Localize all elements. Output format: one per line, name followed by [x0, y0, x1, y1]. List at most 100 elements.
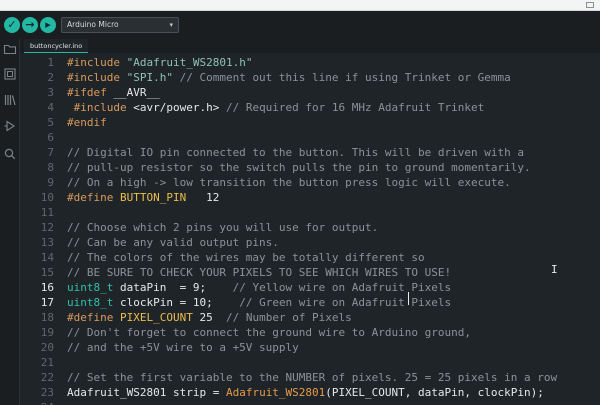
- code-text: #define PIXEL_COUNT 25 // Number of Pixe…: [67, 310, 352, 325]
- code-line[interactable]: 12 // Choose which 2 pins you will use fo…: [20, 220, 600, 235]
- code-line[interactable]: 21: [20, 355, 600, 370]
- tab-buttoncycler[interactable]: buttoncycler.ino: [24, 39, 89, 53]
- upload-icon: →: [25, 18, 35, 31]
- code-token: Adafruit_WS2801: [225, 386, 326, 399]
- line-number: 20: [40, 341, 54, 354]
- upload-button[interactable]: →: [22, 17, 38, 33]
- verify-button[interactable]: ✓: [4, 17, 20, 33]
- code-line[interactable]: 7 // Digital IO pin connected to the butt…: [20, 145, 600, 160]
- code-editor[interactable]: 1 #include "Adafruit_WS2801.h" 2 #include "…: [20, 53, 600, 405]
- code-text: // The colors of the wires may be totall…: [67, 250, 425, 265]
- line-number: 9: [47, 176, 54, 189]
- line-number: 23: [40, 386, 54, 399]
- code-line[interactable]: 1 #include "Adafruit_WS2801.h": [20, 55, 600, 70]
- code-token: #define: [67, 191, 120, 204]
- debug-icon: ▸: [45, 18, 51, 31]
- code-line[interactable]: 22 // Set the first variable to the NUMBE…: [20, 370, 600, 385]
- code-text: // pull-up resistor so the switch pulls …: [67, 160, 531, 175]
- code-line[interactable]: 23 Adafruit_WS2801 strip = Adafruit_WS280…: [20, 385, 600, 400]
- code-token: // and the +5V wire to a +5V supply: [67, 341, 299, 354]
- mouse-text-cursor-icon: I: [551, 263, 558, 276]
- code-token: __AVR__: [113, 86, 160, 99]
- code-text: #endif: [67, 115, 107, 130]
- code-token: // On a high -> low transition the butto…: [67, 176, 511, 189]
- tab-bar: buttoncycler.ino: [20, 39, 600, 53]
- search-icon[interactable]: [3, 147, 17, 161]
- line-number: 22: [40, 371, 54, 384]
- code-token: uint8_t: [67, 296, 114, 309]
- code-token: // Set the first variable to the NUMBER …: [67, 371, 558, 384]
- code-line[interactable]: 16 uint8_t dataPin = 9; // Yellow wire on…: [20, 280, 600, 295]
- text-caret: [408, 292, 409, 305]
- debug-button[interactable]: ▸: [40, 17, 56, 33]
- code-text: // Can be any valid output pins.: [67, 235, 279, 250]
- code-token: // Required for 16 MHz Adafruit Trinket: [219, 101, 485, 114]
- code-line[interactable]: 4 #include <avr/power.h> // Required for…: [20, 100, 600, 115]
- library-icon[interactable]: [3, 93, 17, 107]
- code-line[interactable]: 14 // The colors of the wires may be tota…: [20, 250, 600, 265]
- code-token: uint8_t: [67, 281, 114, 294]
- code-line[interactable]: 5 #endif: [20, 115, 600, 130]
- code-line[interactable]: 15 // BE SURE TO CHECK YOUR PIXELS TO SEE…: [20, 265, 600, 280]
- code-text: // On a high -> low transition the butto…: [67, 175, 511, 190]
- code-line[interactable]: 10 #define BUTTON_PIN 12: [20, 190, 600, 205]
- code-line[interactable]: 11: [20, 205, 600, 220]
- toolbar: ✓ → ▸ Arduino Micro ▾: [0, 11, 600, 39]
- code-text: uint8_t dataPin = 9; // Yellow wire on A…: [67, 280, 451, 295]
- code-line[interactable]: 18 #define PIXEL_COUNT 25 // Number of Pi…: [20, 310, 600, 325]
- code-line[interactable]: 17 uint8_t clockPin = 10; // Green wire o…: [20, 295, 600, 310]
- line-number: 11: [40, 206, 54, 219]
- board-name: Arduino Micro: [67, 20, 119, 29]
- line-number: 7: [47, 146, 54, 159]
- line-number: 18: [40, 311, 54, 324]
- code-token: #ifdef: [67, 86, 114, 99]
- code-line[interactable]: 6: [20, 130, 600, 145]
- board-selector[interactable]: Arduino Micro ▾: [61, 17, 179, 33]
- line-number: 6: [47, 131, 54, 144]
- folder-icon[interactable]: [3, 42, 17, 56]
- code-line[interactable]: 13 // Can be any valid output pins.: [20, 235, 600, 250]
- code-text: // Don't forget to connect the ground wi…: [67, 325, 471, 340]
- code-token: (PIXEL_COUNT, dataPin, clockPin);: [325, 386, 544, 399]
- boards-icon[interactable]: [3, 67, 17, 81]
- code-text: // BE SURE TO CHECK YOUR PIXELS TO SEE W…: [67, 265, 451, 280]
- code-line[interactable]: 8 // pull-up resistor so the switch pulls…: [20, 160, 600, 175]
- code-text: // Choose which 2 pins you will use for …: [67, 220, 378, 235]
- sidebar: [0, 39, 20, 405]
- code-line[interactable]: 20 // and the +5V wire to a +5V supply: [20, 340, 600, 355]
- code-text: // Digital IO pin connected to the butto…: [67, 145, 524, 160]
- code-text: #include "SPI.h" // Comment out this lin…: [67, 70, 511, 85]
- code-token: PIXEL_COUNT: [119, 311, 193, 324]
- line-number: 13: [40, 236, 54, 249]
- code-token: // The colors of the wires may be totall…: [67, 251, 425, 264]
- code-token: clockPin = 10;: [113, 296, 240, 309]
- code-token: #include: [67, 101, 134, 114]
- code-line[interactable]: 9 // On a high -> low transition the butt…: [20, 175, 600, 190]
- line-number: 15: [40, 266, 54, 279]
- code-text: Adafruit_WS2801 strip = Adafruit_WS2801(…: [67, 385, 544, 400]
- maximize-icon[interactable]: [586, 2, 594, 8]
- code-token: BUTTON_PIN: [119, 191, 187, 204]
- window-title-bar: [0, 0, 600, 11]
- code-token: #endif: [67, 116, 107, 129]
- debug-icon[interactable]: [3, 119, 17, 133]
- code-text: // Set the first variable to the NUMBER …: [67, 370, 557, 385]
- line-number: 14: [40, 251, 54, 264]
- code-text: uint8_t clockPin = 10; // Green wire on …: [67, 295, 451, 310]
- line-number: 21: [40, 356, 54, 369]
- code-text: // and the +5V wire to a +5V supply: [67, 340, 299, 355]
- code-token: Adafruit_WS2801 strip =: [67, 386, 226, 399]
- code-line[interactable]: 2 #include "SPI.h" // Comment out this li…: [20, 70, 600, 85]
- code-token: // BE SURE TO CHECK YOUR PIXELS TO SEE W…: [67, 266, 452, 279]
- code-line[interactable]: 19 // Don't forget to connect the ground …: [20, 325, 600, 340]
- code-line[interactable]: 3 #ifdef __AVR__: [20, 85, 600, 100]
- code-token: // Yellow wire on Adafruit Pixels: [232, 281, 452, 294]
- code-token: #include: [67, 71, 127, 84]
- code-token: "SPI.h": [126, 71, 173, 84]
- line-number: 5: [47, 116, 54, 129]
- code-token: // Comment out this line if using Trinke…: [172, 71, 511, 84]
- code-line[interactable]: 24: [20, 400, 600, 405]
- line-number: 1: [47, 56, 54, 69]
- code-token: #include: [67, 56, 127, 69]
- code-text: #ifdef __AVR__: [67, 85, 160, 100]
